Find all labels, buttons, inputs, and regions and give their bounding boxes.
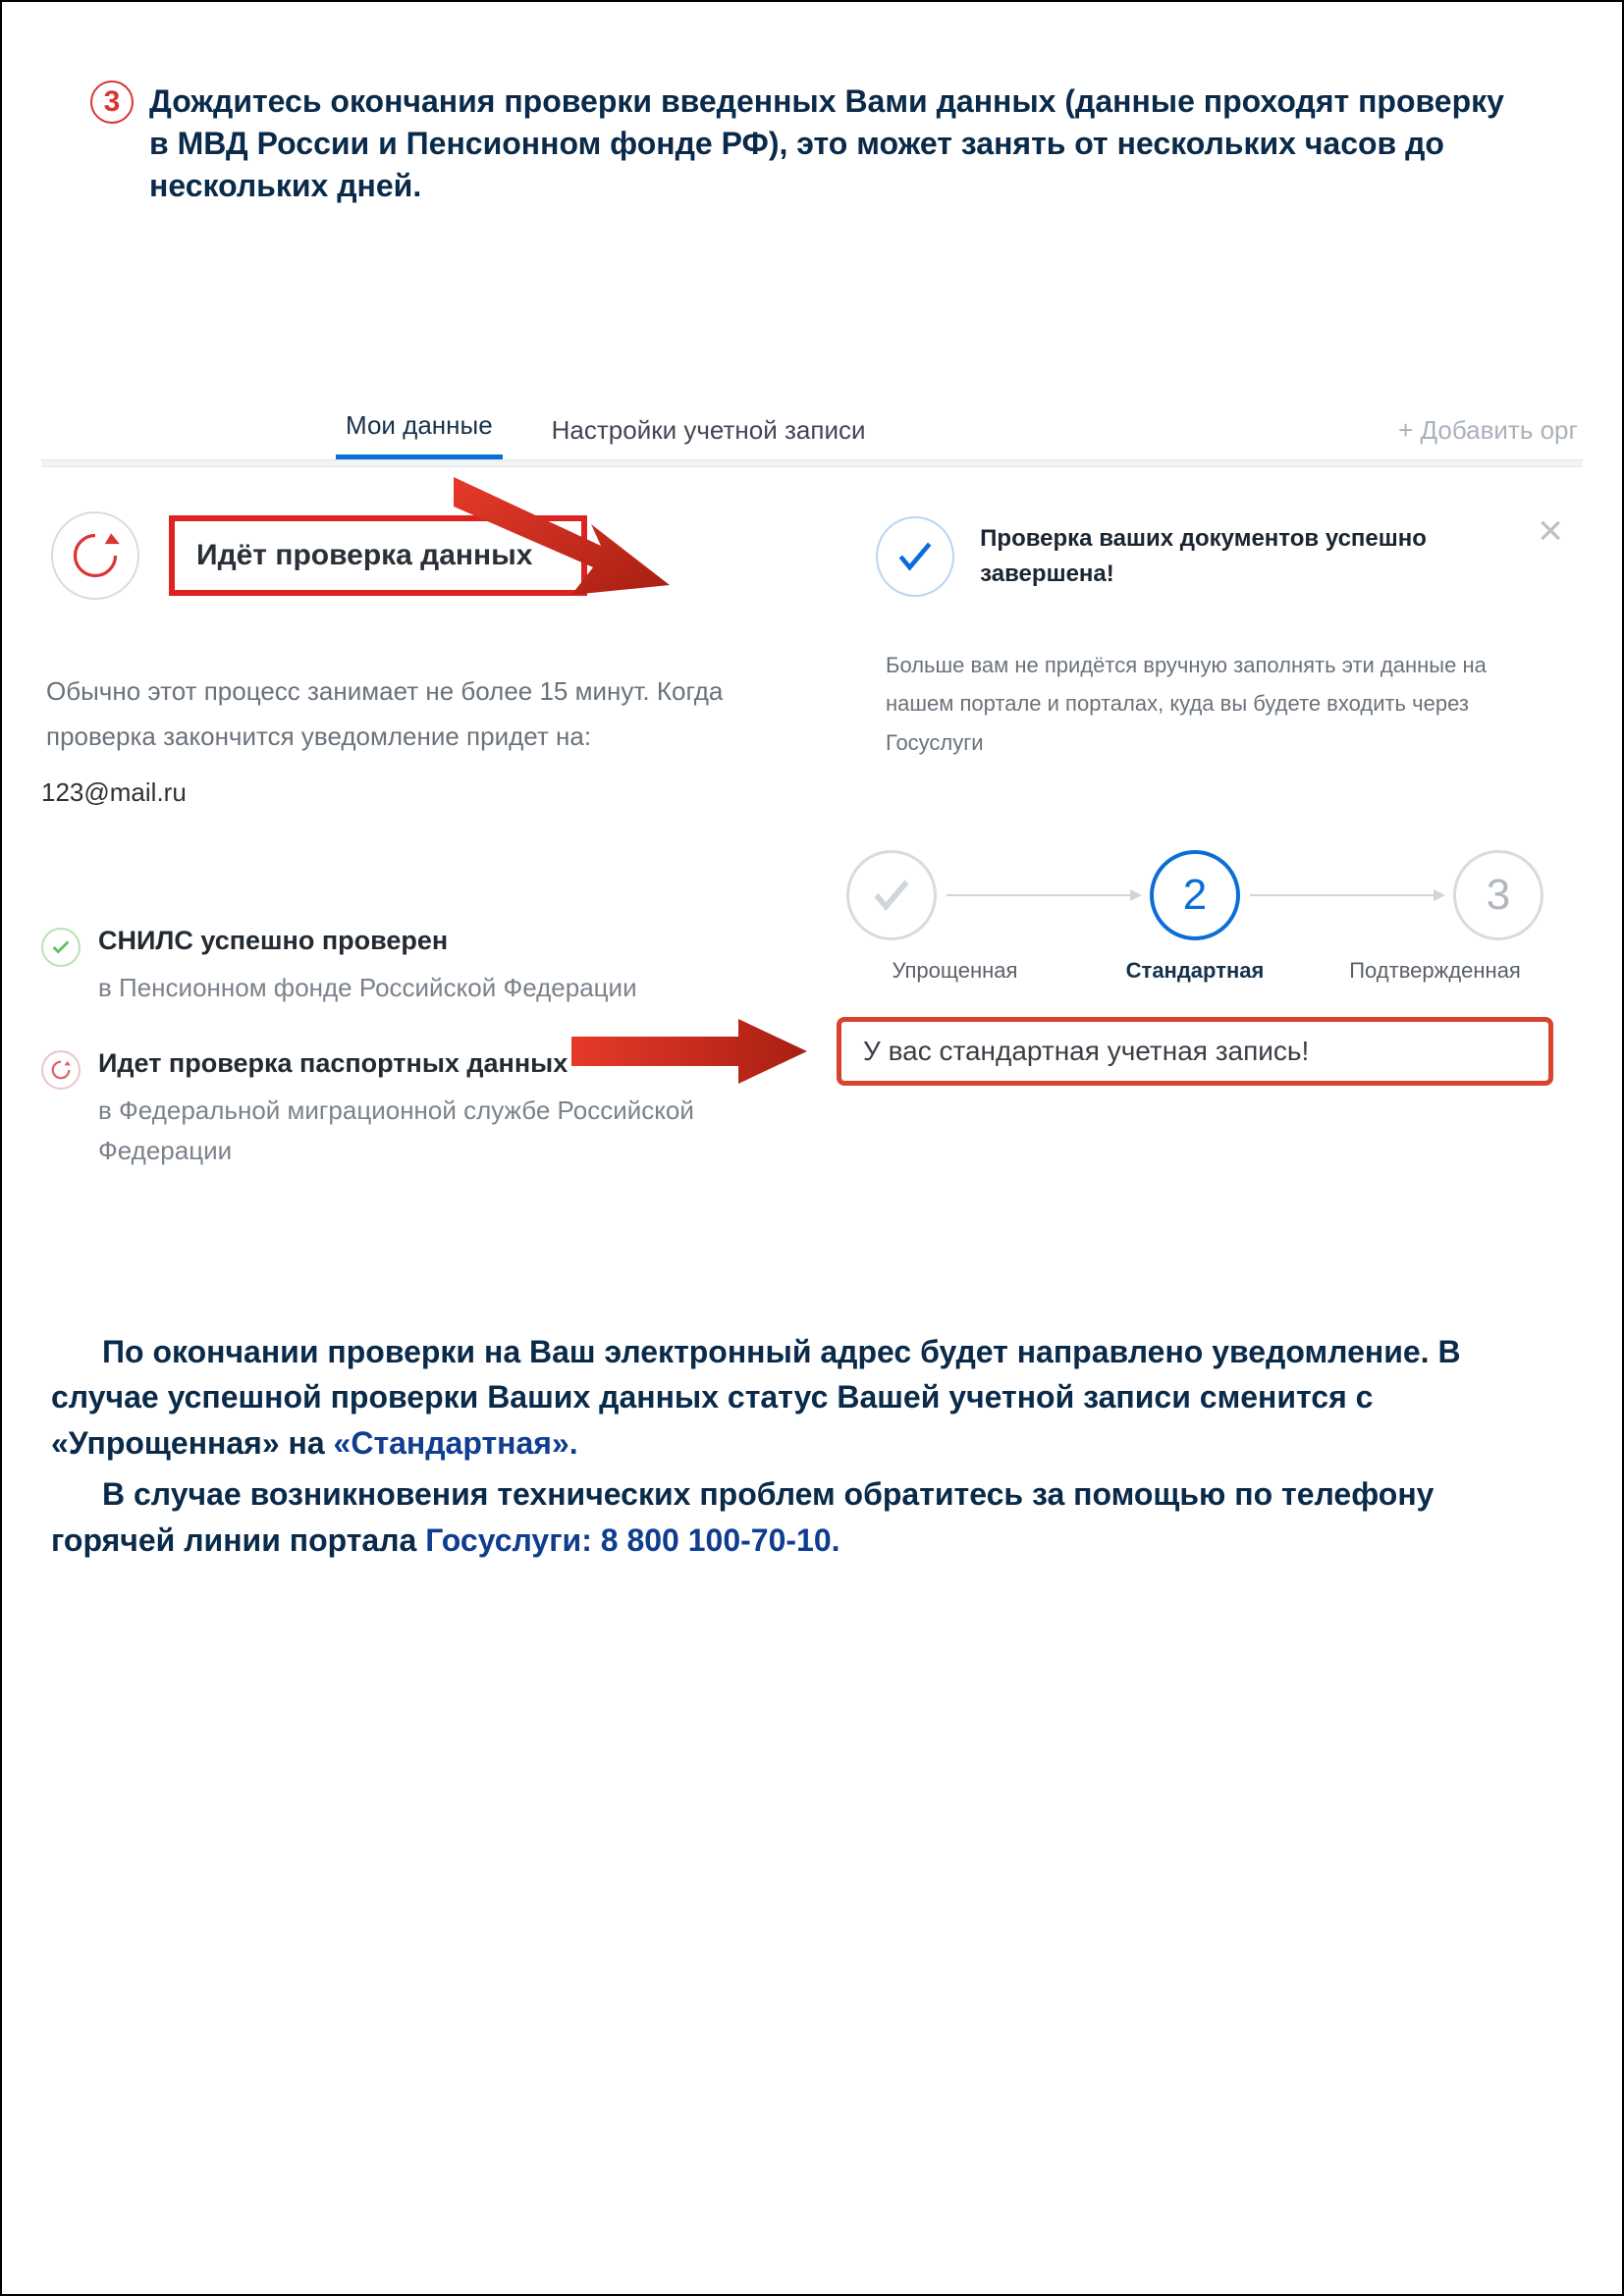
footer-p2b: Госуслуги: 8 800 100-70-10.: [425, 1522, 839, 1558]
stepper-arrow-2: [1250, 894, 1443, 896]
footer-p1a: По окончании проверки на Ваш электронный…: [51, 1334, 1461, 1461]
checking-title-box: Идёт проверка данных: [169, 515, 587, 596]
tab-account-settings[interactable]: Настройки учетной записи: [542, 409, 876, 459]
check-success-icon: [41, 928, 81, 967]
stepper-labels: Упрощенная Стандартная Подтвержденная: [837, 940, 1553, 984]
success-card: × Проверка ваших документов успешно заве…: [827, 507, 1573, 792]
stepper-step-3: 3: [1453, 850, 1543, 940]
stepper-label-2: Стандартная: [1077, 958, 1314, 984]
checkmark-icon: [876, 516, 954, 597]
left-panel: Идёт проверка данных Обычно этот процесс…: [41, 507, 787, 1211]
check-snils-sub: в Пенсионном фонде Российской Федерации: [98, 968, 637, 1009]
close-icon[interactable]: ×: [1538, 507, 1563, 556]
checks-list: СНИЛС успешно проверен в Пенсионном фонд…: [41, 808, 787, 1172]
stepper-label-3: Подтвержденная: [1317, 958, 1553, 984]
stepper-label-1: Упрощенная: [837, 958, 1073, 984]
right-column: × Проверка ваших документов успешно заве…: [827, 507, 1573, 1211]
step-number-badge: 3: [90, 80, 134, 124]
add-org-link[interactable]: + Добавить орг: [1398, 415, 1583, 459]
step-header: 3 Дождитесь окончания проверки введенных…: [41, 80, 1583, 208]
check-progress-icon: [41, 1050, 81, 1090]
left-head: Идёт проверка данных: [41, 507, 787, 610]
account-status-box: У вас стандартная учетная запись!: [837, 1017, 1553, 1086]
reload-icon: [51, 511, 139, 600]
stepper-step-2: 2: [1150, 850, 1240, 940]
step-text: Дождитесь окончания проверки введенных В…: [149, 80, 1524, 208]
tabs-underline: [41, 459, 1583, 467]
tabs-row: Мои данные Настройки учетной записи + До…: [41, 404, 1583, 459]
footer-text: По окончании проверки на Ваш электронный…: [41, 1211, 1583, 1563]
check-passport-sub: в Федеральной миграционной службе Россий…: [98, 1091, 778, 1172]
check-passport-title: Идет проверка паспортных данных: [98, 1048, 778, 1079]
notification-email: 123@mail.ru: [41, 760, 787, 808]
panels: Идёт проверка данных Обычно этот процесс…: [41, 467, 1583, 1211]
check-snils-title: СНИЛС успешно проверен: [98, 926, 637, 956]
page: 3 Дождитесь окончания проверки введенных…: [0, 0, 1624, 2296]
success-description: Больше вам не придётся вручную заполнять…: [837, 597, 1553, 763]
footer-p1b: «Стандартная».: [334, 1425, 578, 1461]
tab-my-data[interactable]: Мои данные: [336, 404, 503, 459]
success-title: Проверка ваших документов успешно заверш…: [980, 521, 1553, 592]
check-snils: СНИЛС успешно проверен в Пенсионном фонд…: [41, 926, 778, 1009]
stepper-arrow-1: [947, 894, 1140, 896]
stepper-step-1: [846, 850, 937, 940]
checking-description: Обычно этот процесс занимает не более 15…: [41, 610, 787, 761]
check-passport: Идет проверка паспортных данных в Федера…: [41, 1048, 778, 1172]
stepper: 2 3: [837, 850, 1553, 940]
account-level-card: 2 3 Упрощенная Стандартная Подтвержденна…: [827, 850, 1573, 1086]
